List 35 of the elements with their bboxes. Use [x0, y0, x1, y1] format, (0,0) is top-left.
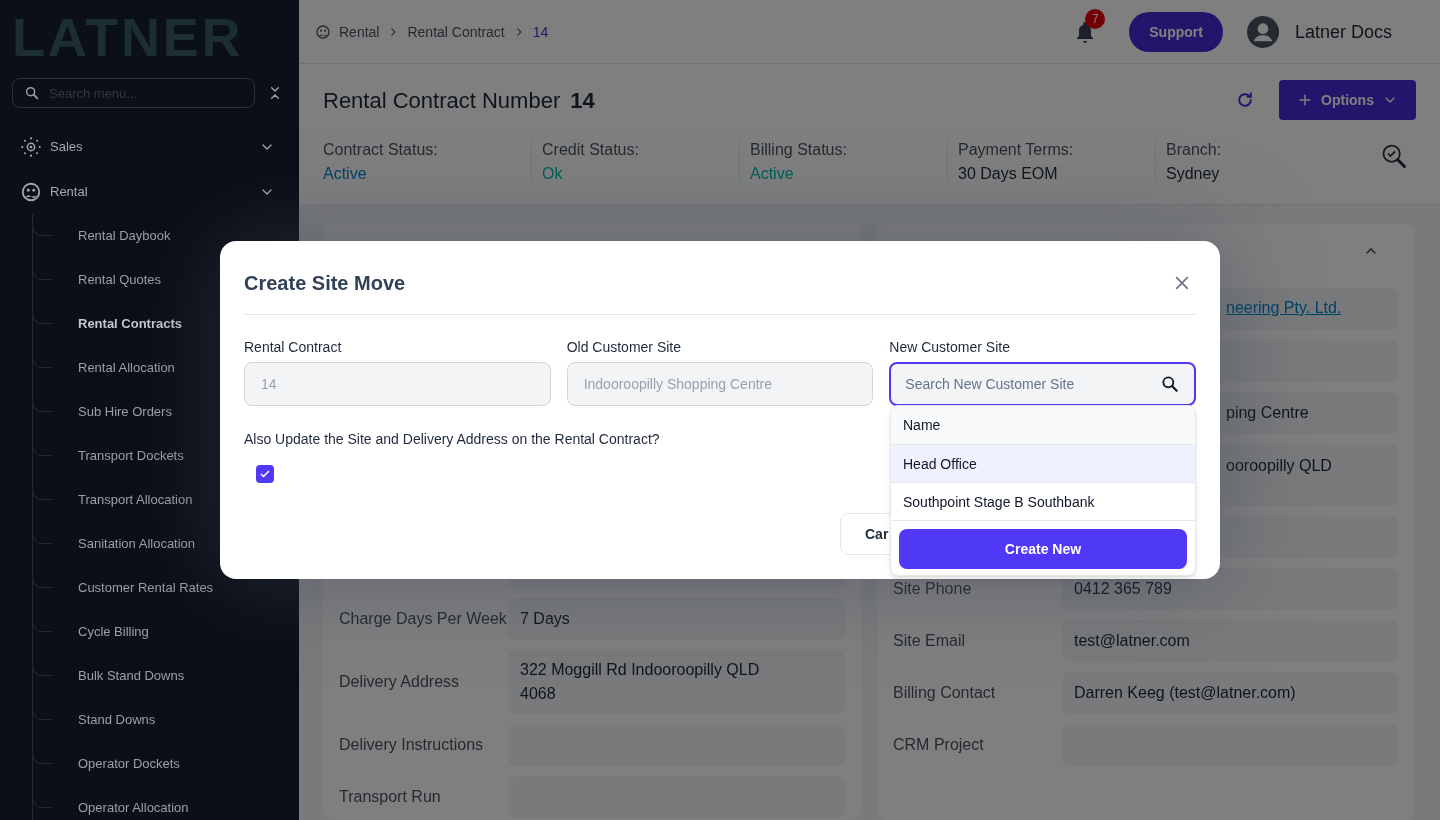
- field-label: Old Customer Site: [566, 338, 683, 357]
- field-label: Site Email: [893, 632, 966, 649]
- dialog-title: Create Site Move: [244, 271, 406, 296]
- field-label: Delivery Instructions: [339, 736, 484, 753]
- field-label: Site Phone: [893, 580, 972, 597]
- field-label: Charge Days Per Week: [339, 610, 507, 627]
- value-text: 322 Moggill Rd Indooroopilly QLD 4068: [520, 660, 761, 704]
- value-text: ooroopilly QLD: [1225, 456, 1332, 476]
- status-label: Credit Status:: [542, 140, 640, 160]
- contract-number: 14: [570, 86, 596, 115]
- value-text: ping Centre: [1225, 403, 1309, 423]
- status-label: Payment Terms:: [958, 140, 1075, 160]
- user-name: Latner Docs: [1294, 20, 1392, 44]
- status-value: 30 Days EOM: [958, 164, 1059, 184]
- status-value: Sydney: [1166, 164, 1221, 184]
- field-label: Delivery Address: [339, 673, 460, 690]
- page-title: Rental Contract Number: [323, 86, 561, 115]
- status-label: Branch:: [1166, 140, 1223, 160]
- value-text: 7 Days: [520, 609, 570, 629]
- field-label: CRM Project: [893, 736, 984, 753]
- field-label: New Customer Site: [889, 338, 1011, 357]
- field-label: Billing Contact: [893, 684, 996, 701]
- notification-badge: 7: [1085, 8, 1106, 29]
- field-label: Transport Run: [339, 788, 441, 805]
- value-text: Darren Keeg (test@latner.com): [1074, 683, 1296, 703]
- status-value: Active: [750, 164, 795, 184]
- status-value: Active: [323, 164, 368, 184]
- status-value: Ok: [542, 164, 564, 184]
- status-label: Billing Status:: [750, 140, 848, 160]
- field-label: Rental Contract: [244, 338, 343, 357]
- value-text: 0412 365 789: [1074, 579, 1172, 599]
- column-header: Name: [891, 406, 1195, 444]
- question-text: Also Update the Site and Delivery Address on the Rental Contract?: [244, 430, 661, 449]
- value-text: test@latner.com: [1074, 631, 1190, 651]
- status-label: Contract Status:: [323, 140, 439, 160]
